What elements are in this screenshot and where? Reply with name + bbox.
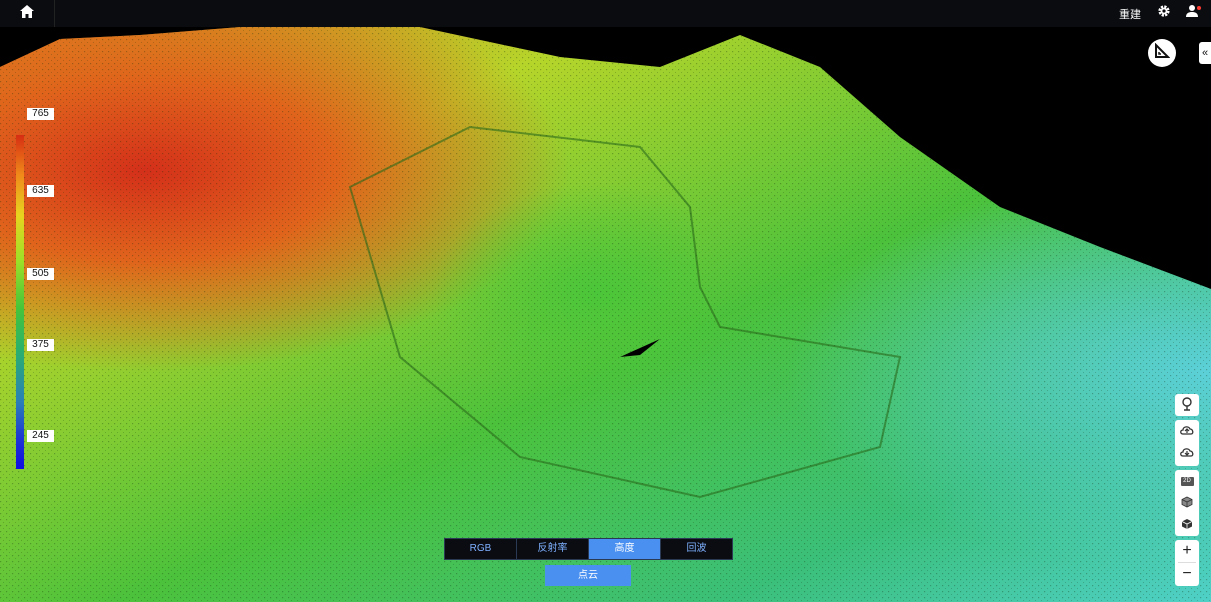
tree-tool-group xyxy=(1175,394,1199,416)
mode-rgb-button[interactable]: RGB xyxy=(445,539,517,559)
home-icon xyxy=(20,4,34,23)
measure-tool-button[interactable] xyxy=(1148,39,1176,67)
cloud-up-icon xyxy=(1180,424,1194,438)
pointcloud-viewport[interactable]: 765 635 505 375 245 xyxy=(0,27,1211,602)
zoom-in-button[interactable]: + xyxy=(1175,540,1199,562)
legend-label: 635 xyxy=(27,185,54,197)
color-mode-bar: RGB 反射率 高度 回波 xyxy=(444,538,733,560)
tree-icon xyxy=(1180,397,1194,413)
mode-reflectance-button[interactable]: 反射率 xyxy=(517,539,589,559)
zoom-controls: + − xyxy=(1175,540,1199,586)
collapse-panel-button[interactable]: « xyxy=(1199,42,1211,64)
pointcloud-button[interactable]: 点云 xyxy=(545,565,631,586)
mode-echo-button[interactable]: 回波 xyxy=(661,539,732,559)
view-3d-button[interactable] xyxy=(1175,492,1199,514)
cloud-tool-group xyxy=(1175,420,1199,466)
cloud-download-button[interactable] xyxy=(1175,442,1199,464)
legend-label: 505 xyxy=(27,268,54,280)
legend-label-max: 765 xyxy=(27,108,54,120)
user-button[interactable] xyxy=(1183,5,1201,23)
top-bar: 重建 xyxy=(0,0,1211,27)
view-mode-group: 2D xyxy=(1175,470,1199,536)
home-button[interactable] xyxy=(0,0,55,27)
notification-dot xyxy=(1197,5,1201,10)
legend-label-min: 245 xyxy=(27,430,54,442)
elevation-color-bar xyxy=(16,135,24,469)
rebuild-button[interactable]: 重建 xyxy=(1119,6,1141,22)
settings-button[interactable] xyxy=(1155,5,1173,23)
mode-height-button[interactable]: 高度 xyxy=(589,539,661,559)
ruler-triangle-icon xyxy=(1154,42,1171,64)
gear-icon xyxy=(1157,4,1171,23)
view-solid-button[interactable] xyxy=(1175,514,1199,536)
cloud-upload-button[interactable] xyxy=(1175,420,1199,442)
tree-button[interactable] xyxy=(1175,394,1199,416)
terrain-render xyxy=(0,27,1211,602)
view-2d-label: 2D xyxy=(1180,476,1194,486)
zoom-out-button[interactable]: − xyxy=(1175,563,1199,585)
cube-outline-icon xyxy=(1181,496,1193,510)
legend-label: 375 xyxy=(27,339,54,351)
cube-solid-icon xyxy=(1181,518,1193,532)
view-2d-button[interactable]: 2D xyxy=(1175,470,1199,492)
cloud-down-icon xyxy=(1180,446,1194,460)
